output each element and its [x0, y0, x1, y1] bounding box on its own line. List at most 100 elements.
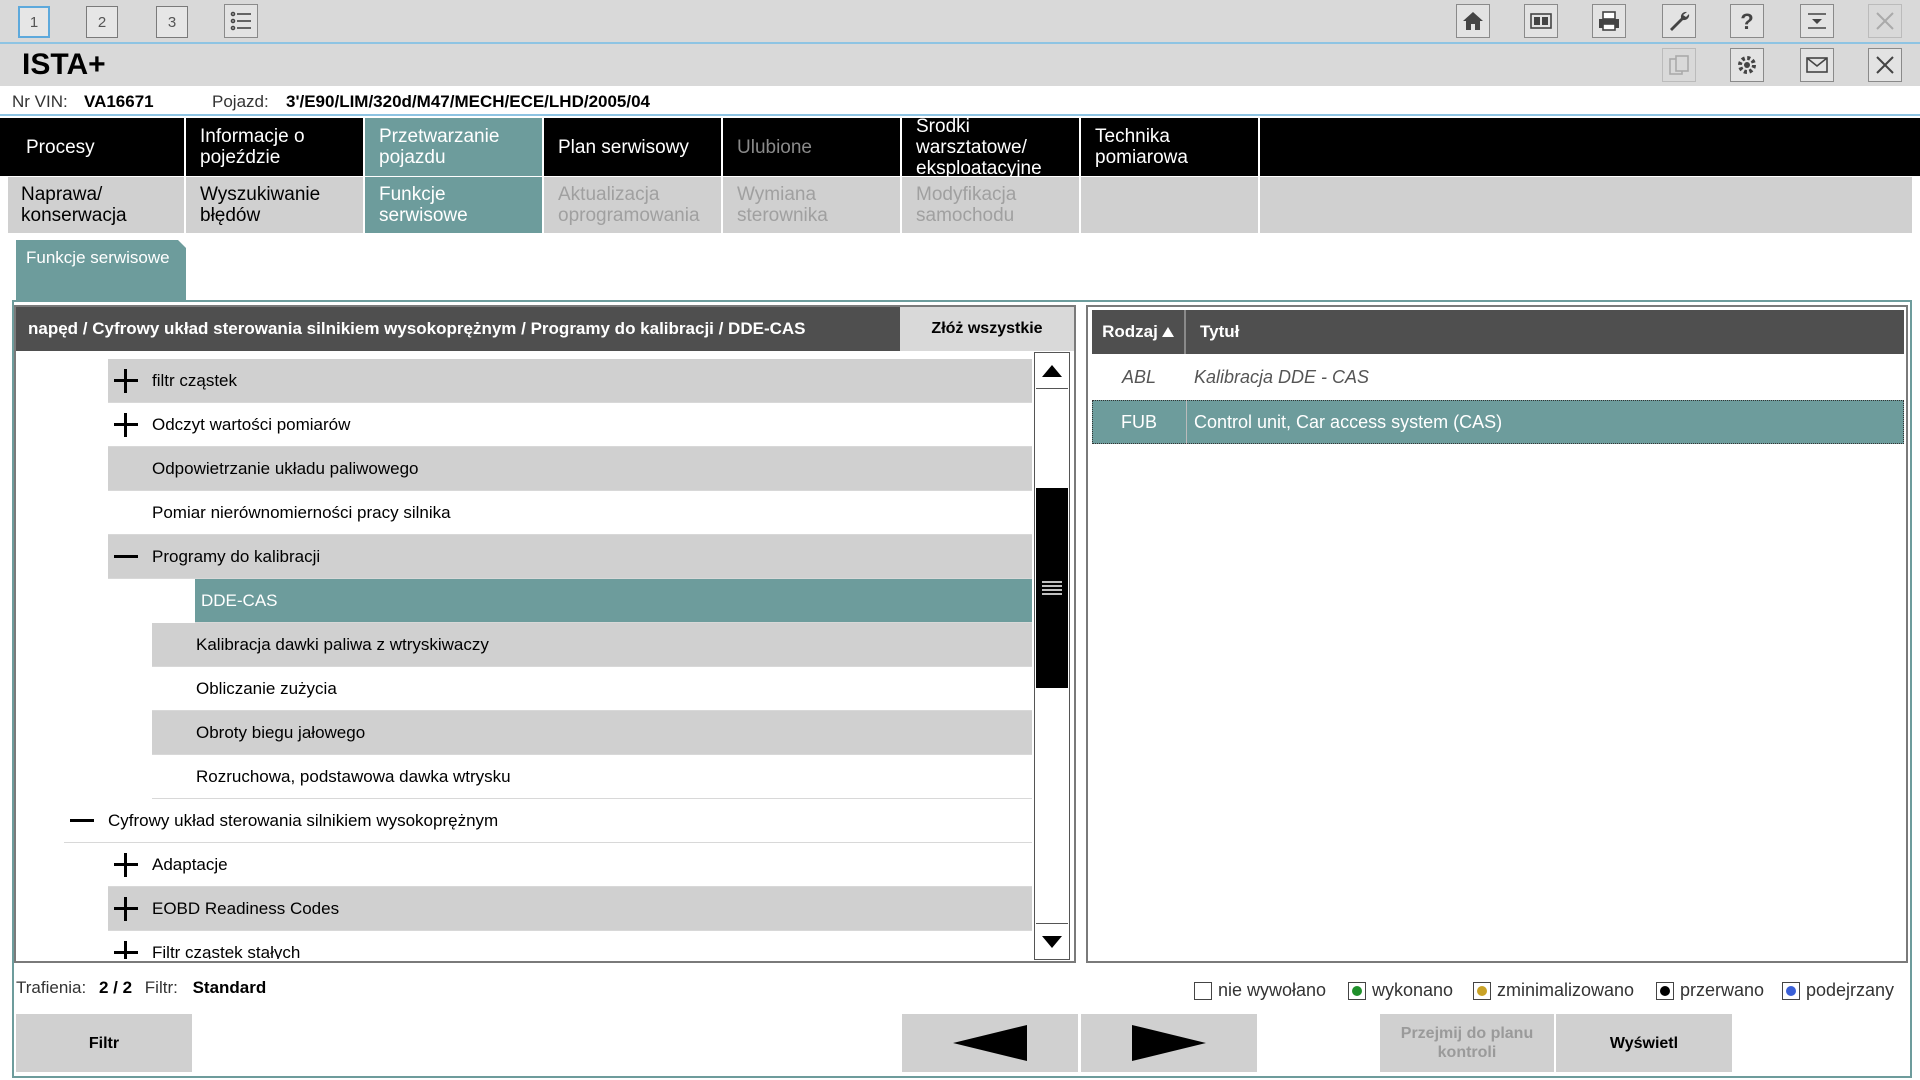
nav-label: Plan serwisowy — [558, 136, 689, 158]
result-type: ABL — [1121, 366, 1157, 387]
tree-item-injector-calibration[interactable]: Kalibracja dawki paliwa z wtryskiwaczy — [152, 623, 1032, 667]
scroll-down-button[interactable] — [1036, 923, 1068, 959]
tree-item-fuel-bleeding[interactable]: Odpowietrzanie układu paliwowego — [108, 447, 1032, 491]
tools-button[interactable] — [1662, 4, 1696, 38]
subnav-repair[interactable]: Naprawa/ konserwacja — [8, 177, 186, 233]
tree-item-label: Odpowietrzanie układu paliwowego — [152, 458, 419, 478]
tree-item-label: Cyfrowy układ sterowania silnikiem wysok… — [108, 810, 499, 830]
session-tab-2[interactable]: 2 — [86, 6, 118, 38]
tree-item-label: Programy do kalibracji — [152, 546, 321, 566]
subnav-service-functions[interactable]: Funkcje serwisowe — [365, 177, 544, 233]
split-view-button[interactable] — [1524, 4, 1558, 38]
tree-item-dpf[interactable]: Filtr cząstek stałych — [108, 931, 1032, 959]
wrench-icon — [1670, 11, 1690, 31]
tree-item-consumption[interactable]: Obliczanie zużycia — [152, 667, 1032, 711]
collapse-icon[interactable] — [114, 545, 138, 569]
tree-item-label: Obroty biegu jałowego — [196, 722, 366, 742]
arrow-left-icon — [953, 1025, 1027, 1061]
dropdown-menu-button[interactable] — [1800, 4, 1834, 38]
nav-vehicle-processing[interactable]: Przetwarzanie pojazdu — [365, 118, 544, 176]
tree-item-label: Obliczanie zużycia — [196, 678, 337, 698]
legend-minimized: zminimalizowano — [1473, 980, 1634, 1001]
subnav-vehicle-modification[interactable]: Modyfikacja samochodu — [902, 177, 1081, 233]
session-tab-1[interactable]: 1 — [18, 6, 50, 38]
nav-processes[interactable]: Procesy — [0, 118, 186, 176]
status-dot-icon — [1656, 981, 1674, 1000]
filter-value: Standard — [192, 978, 267, 997]
nav-favorites[interactable]: Ulubione — [723, 118, 902, 176]
nav-service-plan[interactable]: Plan serwisowy — [544, 118, 723, 176]
close-session-button[interactable] — [1868, 48, 1902, 82]
expand-icon[interactable] — [114, 852, 138, 877]
forward-button[interactable] — [1081, 1014, 1257, 1072]
nav-label: Ulubione — [737, 136, 812, 158]
nav-label: Technika pomiarowa — [1095, 126, 1188, 168]
tree-item-engine-smoothness[interactable]: Pomiar nierównomierności pracy silnika — [108, 491, 1032, 535]
collapse-all-button[interactable]: Złóż wszystkie — [900, 307, 1074, 351]
session-tab-3[interactable]: 3 — [156, 6, 188, 38]
filter-button[interactable]: Filtr — [16, 1014, 192, 1072]
tree-item-diesel-control[interactable]: Cyfrowy układ sterowania silnikiem wysok… — [64, 799, 1032, 843]
arrow-down-icon — [1042, 935, 1062, 948]
subnav-software-update[interactable]: Aktualizacja oprogramowania — [544, 177, 723, 233]
status-dot-icon — [1782, 981, 1800, 1000]
expand-icon[interactable] — [114, 412, 138, 437]
tree-item-eobd[interactable]: EOBD Readiness Codes — [108, 887, 1032, 931]
vehicle-info-bar: Nr VIN: VA16671 Pojazd: 3'/E90/LIM/320d/… — [0, 86, 1920, 116]
tree-item-read-measurements[interactable]: Odczyt wartości pomiarów — [108, 403, 1032, 447]
status-dot-icon — [1348, 981, 1366, 1000]
section-tab: Funkcje serwisowe — [16, 240, 186, 302]
nav-measurement[interactable]: Technika pomiarowa — [1081, 118, 1260, 176]
app-title: ISTA+ — [22, 48, 106, 81]
tree-item-particulate-filter[interactable]: filtr cząstek — [108, 359, 1032, 403]
col-type-header[interactable]: Rodzaj — [1092, 310, 1186, 354]
expand-icon[interactable] — [114, 368, 138, 393]
vin-value: VA16671 — [84, 92, 154, 111]
expand-icon[interactable] — [114, 896, 138, 921]
col-title-header[interactable]: Tytuł — [1200, 310, 1239, 354]
tree-item-calibration-programs[interactable]: Programy do kalibracji — [108, 535, 1032, 579]
transfer-to-plan-button[interactable]: Przejmij do planu kontroli — [1380, 1014, 1554, 1072]
subnav-label: Modyfikacja samochodu — [916, 184, 1017, 226]
vehicle-value: 3'/E90/LIM/320d/M47/MECH/ECE/LHD/2005/04 — [286, 92, 651, 111]
tree-list: filtr cząstek Odczyt wartości pomiarów O… — [16, 359, 1032, 959]
tree-item-adaptations[interactable]: Adaptacje — [108, 843, 1032, 887]
back-button[interactable] — [902, 1014, 1078, 1072]
col-title-label: Tytuł — [1200, 322, 1240, 341]
close-icon — [1876, 12, 1894, 30]
home-icon — [1463, 12, 1483, 30]
tree-item-label: Filtr cząstek stałych — [152, 942, 301, 960]
scroll-thumb[interactable] — [1036, 488, 1068, 688]
hits-value: 2 / 2 — [98, 978, 133, 997]
list-view-button[interactable] — [224, 4, 258, 38]
subnav-fault-finding[interactable]: Wyszukiwanie błędów — [186, 177, 365, 233]
expand-icon[interactable] — [114, 940, 138, 959]
tree-item-dde-cas[interactable]: DDE-CAS — [195, 579, 1032, 623]
nav-workshop-supplies[interactable]: Środki warsztatowe/ eksploatacyjne — [902, 118, 1081, 176]
show-button[interactable]: Wyświetl — [1556, 1014, 1732, 1072]
result-row[interactable]: ABL Kalibracja DDE - CAS — [1092, 355, 1904, 399]
nav-label: Informacje o pojeździe — [200, 126, 305, 168]
tree-item-start-injection[interactable]: Rozruchowa, podstawowa dawka wtrysku — [152, 755, 1032, 799]
mail-button[interactable] — [1800, 48, 1834, 82]
tree-item-idle-speed[interactable]: Obroty biegu jałowego — [152, 711, 1032, 755]
scroll-up-button[interactable] — [1036, 353, 1068, 389]
vin-label: Nr VIN: — [12, 92, 68, 111]
col-type-label: Rodzaj — [1102, 322, 1158, 341]
copy-button[interactable] — [1662, 48, 1696, 82]
arrow-up-icon — [1042, 364, 1062, 377]
print-button[interactable] — [1592, 4, 1626, 38]
tree-item-label: Odczyt wartości pomiarów — [152, 414, 351, 434]
help-button[interactable]: ? — [1730, 4, 1764, 38]
sort-ascending-icon — [1161, 327, 1174, 337]
settings-button[interactable] — [1730, 48, 1764, 82]
home-button[interactable] — [1456, 4, 1490, 38]
nav-label: Procesy — [26, 136, 95, 158]
list-icon — [230, 11, 251, 31]
close-app-button[interactable] — [1868, 4, 1902, 38]
result-row-selected[interactable]: FUB Control unit, Car access system (CAS… — [1092, 400, 1904, 444]
nav-vehicle-info[interactable]: Informacje o pojeździe — [186, 118, 365, 176]
subnav-control-unit-replacement[interactable]: Wymiana sterownika — [723, 177, 902, 233]
collapse-icon[interactable] — [70, 809, 94, 833]
tree-item-label: Rozruchowa, podstawowa dawka wtrysku — [196, 766, 511, 786]
